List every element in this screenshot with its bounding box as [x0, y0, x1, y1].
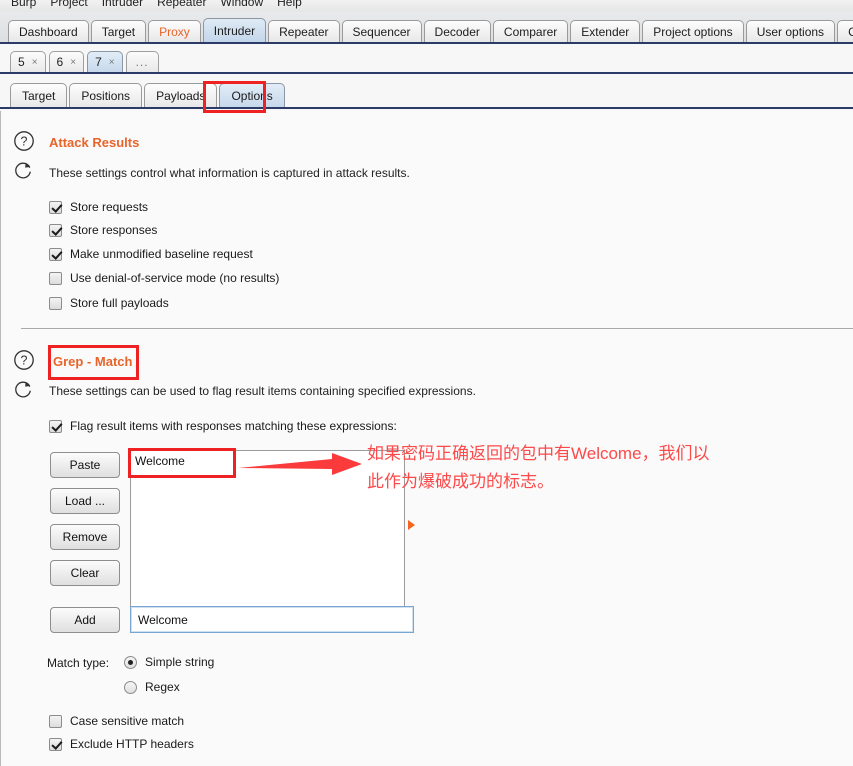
radio-simple-string[interactable]: Simple string: [124, 655, 214, 669]
attack-tab-5-label: 5: [18, 55, 25, 69]
checkbox-dos-mode[interactable]: Use denial-of-service mode (no results): [49, 271, 279, 285]
checkbox-icon[interactable]: [49, 247, 62, 261]
expand-triangle-icon[interactable]: [408, 520, 415, 530]
checkbox-store-full-payloads-label: Store full payloads: [70, 296, 169, 310]
attack-results-icons: ?: [13, 130, 41, 184]
subtab-target[interactable]: Target: [10, 83, 68, 107]
menu-items: Burp Project Intruder Repeater Window Help: [4, 0, 309, 9]
section-divider: [21, 328, 853, 329]
checkbox-store-responses-label: Store responses: [70, 223, 158, 237]
annotation-note-line1: 如果密码正确返回的包中有Welcome，我们以: [367, 444, 710, 463]
question-mark-icon[interactable]: ?: [13, 130, 41, 155]
checkbox-store-requests-label: Store requests: [70, 200, 149, 214]
subtab-options[interactable]: Options: [219, 83, 285, 107]
attack-tab-6-label: 6: [56, 55, 64, 69]
tab-csrf-token[interactable]: CSRF T: [837, 20, 853, 42]
match-type-label: Match type:: [47, 656, 110, 670]
tab-intruder[interactable]: Intruder: [202, 18, 267, 42]
checkbox-dos-mode-label: Use denial-of-service mode (no results): [70, 271, 280, 285]
tab-repeater[interactable]: Repeater: [268, 20, 340, 42]
close-icon[interactable]: ×: [70, 57, 76, 68]
main-tab-row: Dashboard Target Proxy Intruder Repeater…: [8, 18, 853, 42]
checkbox-icon[interactable]: [49, 223, 62, 237]
tab-dashboard[interactable]: Dashboard: [8, 20, 89, 42]
attack-tab-6[interactable]: 6 ×: [48, 51, 85, 72]
add-expression-input[interactable]: Welcome: [130, 606, 414, 633]
annotation-arrow: [238, 453, 362, 475]
annotation-note-line2: 此作为爆破成功的标志。: [367, 472, 554, 491]
load-button[interactable]: Load ...: [50, 488, 120, 514]
radio-regex-label: Regex: [145, 680, 180, 694]
checkbox-exclude-http-headers-label: Exclude HTTP headers: [70, 737, 194, 751]
add-button[interactable]: Add: [50, 607, 120, 633]
radio-icon[interactable]: [124, 655, 137, 669]
menu-item-burp[interactable]: Burp: [4, 0, 43, 9]
refresh-icon[interactable]: [13, 378, 41, 403]
main-tab-bar: Dashboard Target Proxy Intruder Repeater…: [0, 12, 853, 44]
tab-proxy[interactable]: Proxy: [148, 20, 201, 42]
attack-tab-5[interactable]: 5 ×: [10, 51, 46, 72]
attack-tab-7-label: 7: [95, 55, 102, 69]
attack-results-description: These settings control what information …: [49, 166, 410, 180]
tab-project-options[interactable]: Project options: [642, 20, 744, 42]
svg-text:?: ?: [21, 135, 28, 149]
checkbox-baseline-request-label: Make unmodified baseline request: [70, 247, 253, 261]
checkbox-icon[interactable]: [49, 271, 62, 285]
close-icon[interactable]: ×: [109, 57, 115, 68]
radio-icon[interactable]: [124, 680, 137, 694]
tab-comparer[interactable]: Comparer: [492, 20, 569, 42]
tab-sequencer[interactable]: Sequencer: [341, 20, 422, 42]
grep-match-title: Grep - Match: [53, 354, 133, 369]
intruder-sub-tab-row: Target Positions Payloads Options: [10, 83, 287, 107]
attack-results-title: Attack Results: [49, 135, 140, 150]
subtab-payloads[interactable]: Payloads: [144, 83, 218, 107]
close-icon[interactable]: ×: [32, 57, 38, 68]
paste-button[interactable]: Paste: [50, 452, 120, 478]
checkbox-exclude-http-headers[interactable]: Exclude HTTP headers: [49, 737, 194, 751]
menu-item-window[interactable]: Window: [213, 0, 270, 9]
tab-decoder[interactable]: Decoder: [423, 20, 491, 42]
checkbox-icon[interactable]: [49, 200, 62, 214]
tab-user-options[interactable]: User options: [745, 20, 836, 42]
checkbox-flag-result-items-label: Flag result items with responses matchin…: [70, 419, 397, 433]
checkbox-icon[interactable]: [49, 714, 62, 728]
refresh-icon[interactable]: [13, 159, 41, 184]
tab-extender[interactable]: Extender: [570, 20, 641, 42]
checkbox-case-sensitive[interactable]: Case sensitive match: [49, 714, 184, 728]
checkbox-store-full-payloads[interactable]: Store full payloads: [49, 296, 169, 310]
radio-regex[interactable]: Regex: [124, 680, 180, 694]
attack-tab-bar: 5 × 6 × 7 × ...: [0, 46, 853, 74]
tab-target[interactable]: Target: [90, 20, 147, 42]
question-mark-icon[interactable]: ?: [13, 349, 41, 374]
radio-simple-string-label: Simple string: [145, 655, 215, 669]
checkbox-icon[interactable]: [49, 419, 62, 433]
grep-match-icons: ?: [13, 349, 41, 403]
checkbox-icon[interactable]: [49, 737, 62, 751]
checkbox-store-responses[interactable]: Store responses: [49, 223, 157, 237]
attack-tab-more[interactable]: ...: [125, 51, 159, 72]
grep-match-description: These settings can be used to flag resul…: [49, 384, 476, 398]
checkbox-baseline-request[interactable]: Make unmodified baseline request: [49, 247, 253, 261]
clear-button[interactable]: Clear: [50, 560, 120, 586]
checkbox-case-sensitive-label: Case sensitive match: [70, 714, 185, 728]
svg-text:?: ?: [21, 354, 28, 368]
options-panel: ? Attack Results These settings control …: [0, 111, 853, 766]
checkbox-store-requests[interactable]: Store requests: [49, 200, 148, 214]
attack-tab-7[interactable]: 7 ×: [87, 51, 123, 72]
menu-item-help[interactable]: Help: [270, 0, 309, 9]
menu-item-intruder[interactable]: Intruder: [95, 0, 150, 9]
menu-item-project[interactable]: Project: [43, 0, 94, 9]
attack-tab-row: 5 × 6 × 7 × ...: [10, 51, 162, 72]
menu-bar: Burp Project Intruder Repeater Window Help: [0, 0, 853, 12]
remove-button[interactable]: Remove: [50, 524, 120, 550]
checkbox-icon[interactable]: [49, 296, 62, 310]
subtab-positions[interactable]: Positions: [69, 83, 143, 107]
intruder-sub-tab-bar: Target Positions Payloads Options: [0, 76, 853, 109]
menu-item-repeater[interactable]: Repeater: [150, 0, 213, 9]
checkbox-flag-result-items[interactable]: Flag result items with responses matchin…: [49, 419, 397, 433]
